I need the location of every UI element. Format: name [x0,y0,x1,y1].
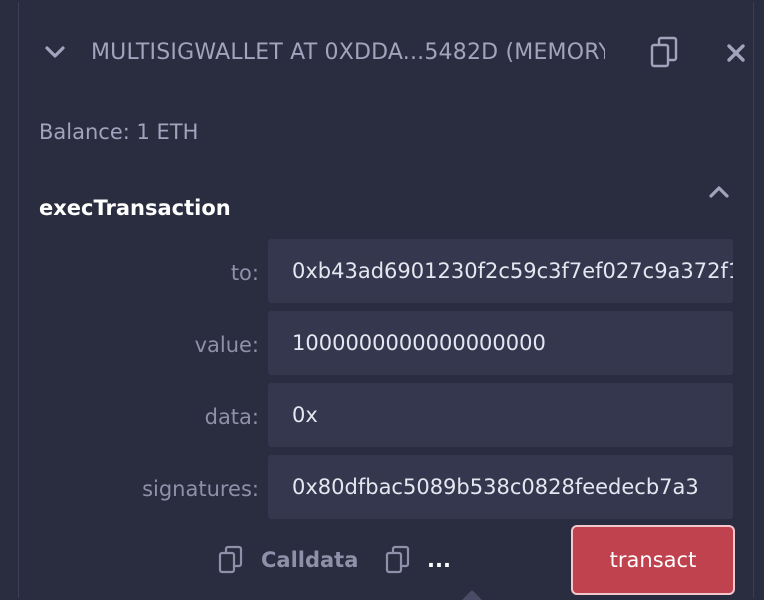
param-label-signatures: signatures: [142,477,259,501]
contract-header: MULTISIGWALLET AT 0XDDA...5482D (MEMORY) [19,2,753,102]
copy-icon[interactable] [649,36,679,70]
copy-calldata-icon[interactable] [218,545,244,575]
contract-title: MULTISIGWALLET AT 0XDDA...5482D (MEMORY) [91,40,605,65]
transact-button[interactable]: transact [571,525,735,595]
param-input-to[interactable]: 0xb43ad6901230f2c59c3f7ef027c9a372f19966… [268,239,733,303]
contract-card: MULTISIGWALLET AT 0XDDA...5482D (MEMORY)… [18,2,754,600]
more-options-button[interactable]: ... [427,546,451,574]
param-label-to: to: [230,261,259,285]
param-input-data[interactable]: 0x [268,383,733,447]
balance-text: Balance: 1 ETH [39,120,199,144]
param-label-data: data: [204,405,259,429]
contract-panel: MULTISIGWALLET AT 0XDDA...5482D (MEMORY)… [0,0,764,600]
chevron-up-icon[interactable] [707,180,731,204]
param-input-signatures[interactable]: 0x80dfbac5089b538c0828feedecb7a3 [268,455,733,519]
param-label-value: value: [194,333,259,357]
tooltip-arrow [462,590,482,600]
chevron-down-icon[interactable] [43,40,67,64]
function-name: execTransaction [39,196,231,220]
copy-parameters-icon[interactable] [385,545,411,575]
calldata-button[interactable]: Calldata [261,546,358,574]
param-input-value[interactable]: 1000000000000000000 [268,311,733,375]
close-icon[interactable] [725,42,747,64]
